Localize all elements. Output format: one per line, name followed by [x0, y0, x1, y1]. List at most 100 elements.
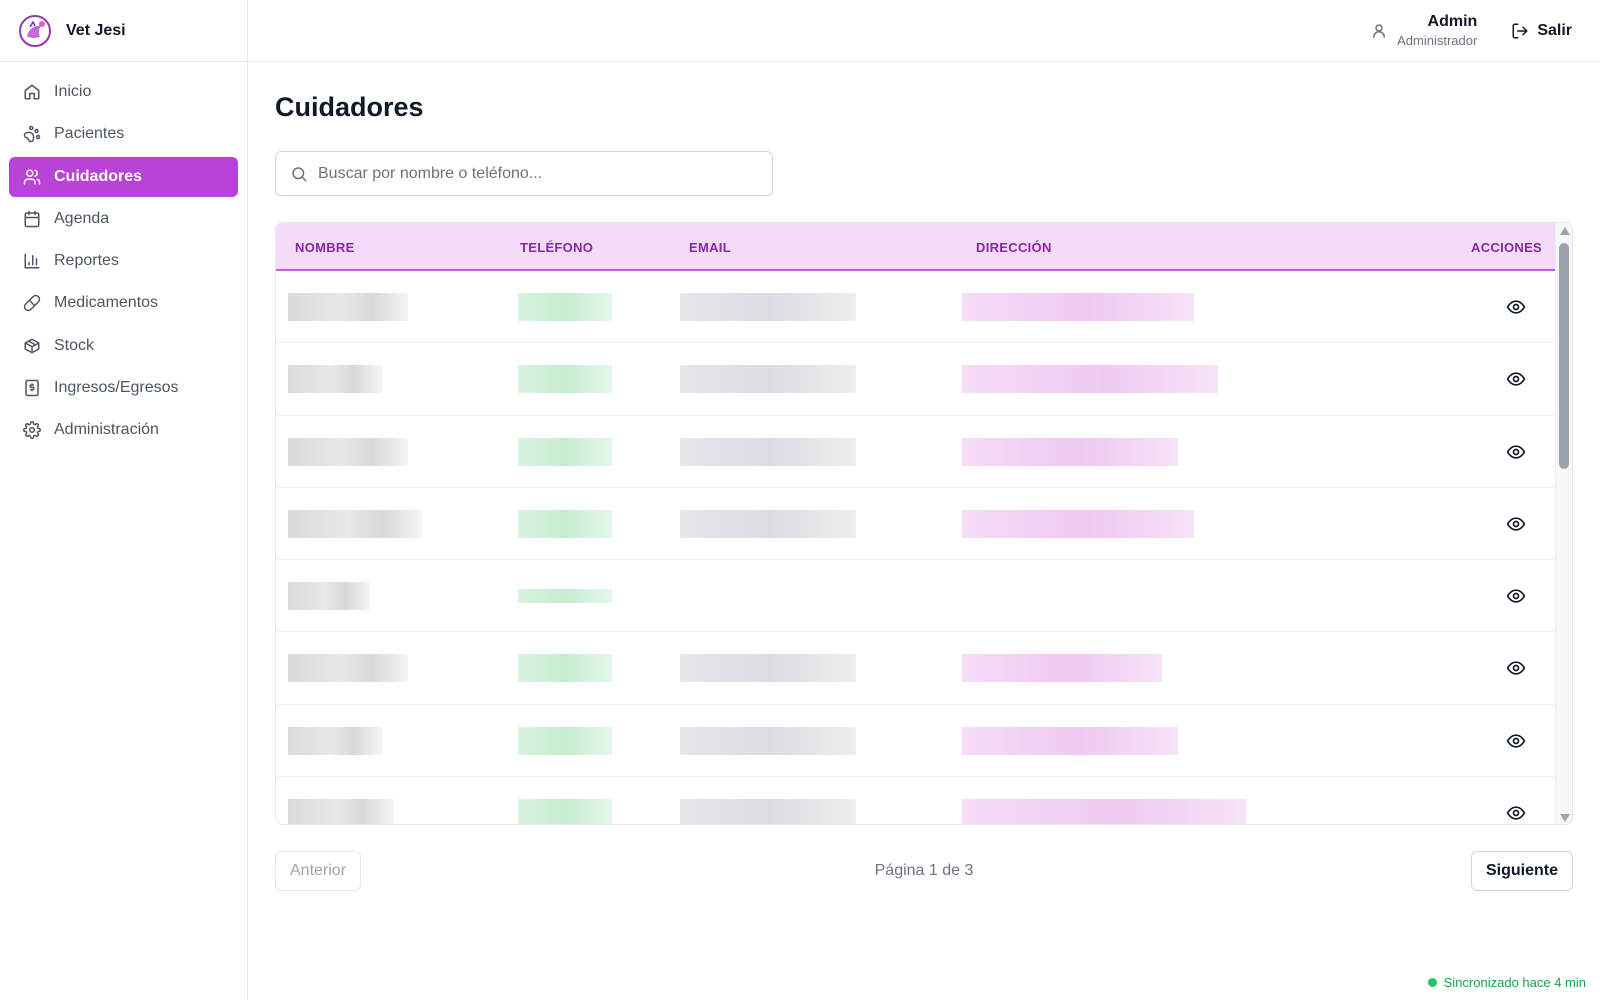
search-input[interactable]	[318, 164, 758, 183]
cell-name-redacted	[288, 509, 422, 538]
table-row[interactable]	[276, 488, 1556, 561]
user-menu[interactable]: Admin Administrador	[1370, 13, 1477, 48]
table-body	[276, 271, 1556, 824]
view-button[interactable]	[1506, 658, 1526, 678]
caregivers-table: NOMBRE TELÉFONO EMAIL DIRECCIÓN ACCIONES	[275, 222, 1573, 825]
pill-icon	[23, 294, 41, 312]
column-header-email[interactable]: EMAIL	[689, 240, 731, 255]
search-box[interactable]	[275, 151, 773, 196]
sidebar-item-ingresos-egresos[interactable]: Ingresos/Egresos	[9, 368, 238, 408]
cell-phone-redacted	[518, 799, 612, 824]
view-button[interactable]	[1506, 442, 1526, 462]
sidebar-item-label: Ingresos/Egresos	[54, 379, 179, 397]
user-icon	[1373, 23, 1386, 38]
table-row[interactable]	[276, 632, 1556, 705]
table-row[interactable]	[276, 343, 1556, 416]
sidebar-item-label: Pacientes	[54, 125, 125, 143]
column-header-telefono[interactable]: TELÉFONO	[520, 240, 593, 255]
sidebar-item-label: Administración	[54, 421, 159, 439]
cell-email-redacted	[680, 365, 856, 394]
sidebar: Vet Jesi Inicio Pacientes Cuidadores Age…	[0, 0, 248, 1000]
cell-phone-redacted	[518, 654, 612, 683]
view-button[interactable]	[1506, 514, 1526, 534]
eye-icon	[1506, 300, 1526, 314]
table-row[interactable]	[276, 705, 1556, 778]
cell-email-redacted	[680, 509, 856, 538]
scroll-down-arrow-icon[interactable]	[1560, 814, 1570, 822]
paw-icon	[23, 125, 41, 143]
scroll-thumb[interactable]	[1559, 243, 1569, 469]
view-button[interactable]	[1506, 731, 1526, 751]
cell-phone-redacted	[518, 726, 612, 755]
sidebar-item-stock[interactable]: Stock	[9, 326, 238, 366]
cell-name-redacted	[288, 293, 408, 321]
home-icon	[23, 83, 41, 101]
cell-email-redacted	[680, 726, 856, 755]
sidebar-item-cuidadores[interactable]: Cuidadores	[9, 156, 238, 197]
page-indicator: Página 1 de 3	[874, 862, 974, 879]
eye-icon	[1506, 444, 1526, 459]
cell-email-redacted	[680, 799, 856, 824]
cell-name-redacted	[288, 654, 408, 683]
sidebar-item-reportes[interactable]: Reportes	[9, 241, 238, 281]
cell-name-redacted	[288, 799, 394, 824]
sidebar-item-medicamentos[interactable]: Medicamentos	[9, 283, 238, 323]
brand[interactable]: Vet Jesi	[0, 0, 247, 62]
sidebar-item-pacientes[interactable]: Pacientes	[9, 114, 238, 154]
table-row[interactable]	[276, 416, 1556, 488]
next-page-button[interactable]: Siguiente	[1470, 851, 1573, 891]
eye-icon	[1506, 734, 1526, 748]
top-header: Admin Administrador Salir	[248, 0, 1600, 62]
cell-phone-redacted	[518, 509, 612, 538]
cell-address-redacted	[962, 437, 1178, 466]
sidebar-item-label: Medicamentos	[54, 294, 159, 312]
pagination: Anterior Página 1 de 3 Siguiente	[275, 851, 1573, 891]
cell-email-redacted	[680, 654, 856, 683]
user-role: Administrador	[1397, 33, 1478, 48]
sync-status: Sincronizado hace 4 min	[1427, 975, 1586, 990]
cell-address-redacted	[962, 365, 1218, 394]
cell-phone-redacted	[518, 293, 612, 321]
brand-name: Vet Jesi	[66, 21, 126, 39]
sidebar-item-label: Inicio	[54, 83, 92, 100]
cell-phone-redacted	[518, 365, 612, 394]
sidebar-item-inicio[interactable]: Inicio	[9, 72, 238, 112]
cell-address-redacted	[962, 509, 1194, 538]
sync-status-text: Sincronizado hace 4 min	[1443, 975, 1586, 990]
table-row[interactable]	[276, 271, 1556, 344]
column-header-direccion[interactable]: DIRECCIÓN	[976, 240, 1052, 255]
eye-icon	[1506, 589, 1526, 603]
page-title: Cuidadores	[275, 92, 424, 122]
user-name: Admin	[1427, 13, 1478, 30]
table-scrollbar[interactable]	[1555, 223, 1572, 824]
veterinary-logo-icon	[19, 14, 51, 47]
view-button[interactable]	[1506, 803, 1526, 823]
sidebar-nav: Inicio Pacientes Cuidadores Agenda Repor…	[0, 62, 247, 463]
logout-label: Salir	[1537, 21, 1572, 39]
view-button[interactable]	[1506, 586, 1526, 606]
table-row[interactable]	[276, 777, 1556, 824]
table-row[interactable]	[276, 560, 1556, 633]
column-header-acciones: ACCIONES	[1471, 240, 1543, 255]
cell-address-redacted	[962, 654, 1162, 683]
sidebar-item-agenda[interactable]: Agenda	[9, 199, 238, 239]
bar-chart-icon	[23, 252, 41, 270]
eye-icon	[1506, 806, 1526, 820]
search-icon	[292, 166, 307, 181]
cell-phone-redacted	[518, 437, 612, 466]
cell-address-redacted	[962, 293, 1194, 321]
users-icon	[23, 168, 41, 186]
package-icon	[23, 337, 41, 355]
cell-email-redacted	[680, 437, 856, 466]
eye-icon	[1506, 661, 1526, 676]
cell-name-redacted	[288, 726, 382, 755]
column-header-nombre[interactable]: NOMBRE	[295, 240, 355, 255]
view-button[interactable]	[1506, 297, 1526, 317]
logout-button[interactable]: Salir	[1511, 22, 1572, 40]
scroll-up-arrow-icon[interactable]	[1560, 227, 1570, 235]
gear-icon	[23, 421, 41, 440]
view-button[interactable]	[1506, 369, 1526, 389]
sidebar-item-administracion[interactable]: Administración	[9, 410, 238, 450]
eye-icon	[1506, 372, 1526, 386]
eye-icon	[1506, 517, 1526, 531]
